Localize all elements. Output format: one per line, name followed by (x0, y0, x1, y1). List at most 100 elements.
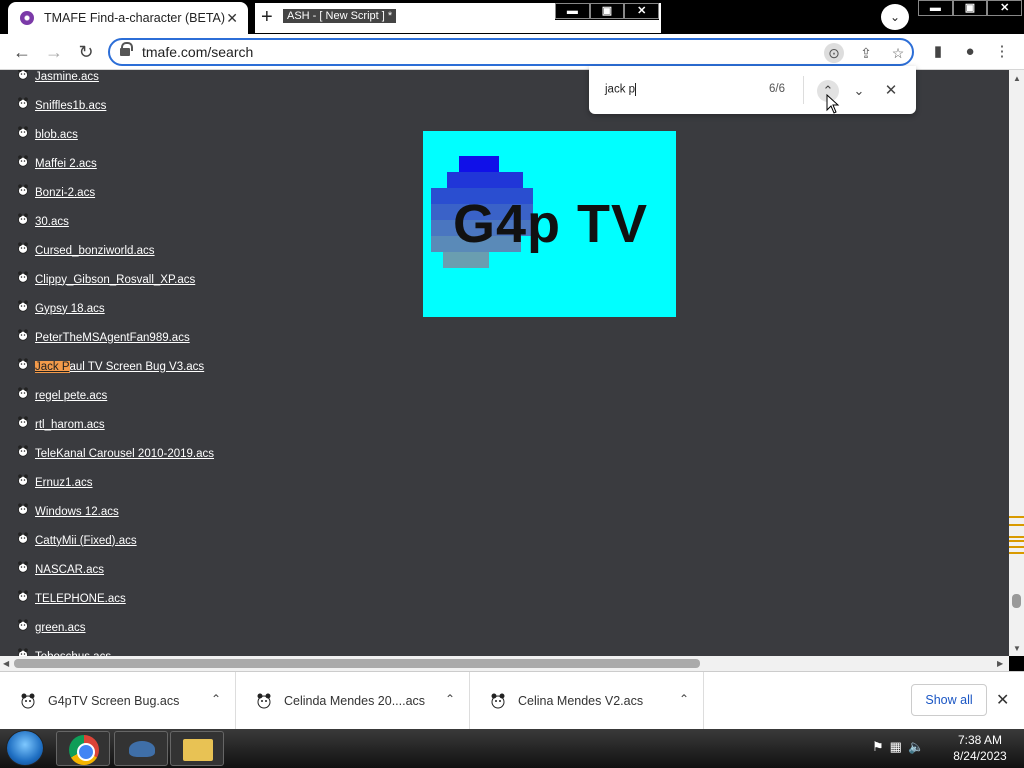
folder-icon (183, 739, 213, 761)
scroll-down-arrow-icon[interactable]: ▼ (1013, 644, 1021, 653)
back-arrow-icon[interactable]: ← (10, 40, 34, 64)
file-link[interactable]: CattyMii (Fixed).acs (35, 535, 137, 547)
share-icon[interactable]: ⇪ (856, 43, 876, 63)
browser-close-icon[interactable]: ✕ (987, 0, 1023, 16)
download-options-chevron-up-icon[interactable]: ⌃ (211, 692, 221, 706)
browser-maximize-icon[interactable]: ▣ (952, 0, 988, 16)
agent-file-icon (17, 299, 29, 312)
list-item: TELEPHONE.acs (17, 584, 214, 613)
list-item: blob.acs (17, 120, 214, 149)
agent-file-icon (17, 444, 29, 457)
file-link[interactable]: blob.acs (35, 129, 78, 141)
agent-file-icon (17, 560, 29, 573)
taskbar-chrome-button[interactable] (56, 731, 110, 766)
maximize-icon[interactable]: ▣ (589, 3, 625, 19)
taskbar-explorer-button[interactable] (170, 731, 224, 766)
list-item: Jasmine.acs (17, 70, 214, 91)
new-tab-plus-icon[interactable]: + (261, 7, 281, 27)
find-match-count: 6/6 (769, 83, 785, 95)
file-link[interactable]: regel pete.acs (35, 390, 107, 402)
file-link[interactable]: TeleKanal Carousel 2010-2019.acs (35, 448, 214, 460)
url-text[interactable]: tmafe.com/search (142, 44, 253, 60)
minimize-icon[interactable]: ▬ (555, 3, 590, 19)
file-link[interactable]: 30.acs (35, 216, 69, 228)
taskbar-agent-button[interactable] (114, 731, 168, 766)
chrome-icon (69, 735, 99, 765)
file-link[interactable]: Maffei 2.acs (35, 158, 97, 170)
file-link[interactable]: green.acs (35, 622, 86, 634)
file-link[interactable]: Windows 12.acs (35, 506, 119, 518)
agent-file-icon (17, 270, 29, 283)
tab-search-chevron-down-icon[interactable]: ⌄ (881, 4, 909, 30)
file-link[interactable]: Sniffles1b.acs (35, 100, 106, 112)
side-panel-icon[interactable]: ▮ (926, 40, 950, 64)
list-item: CattyMii (Fixed).acs (17, 526, 214, 555)
file-link[interactable]: Ernuz1.acs (35, 477, 93, 489)
scroll-left-arrow-icon[interactable]: ◀ (3, 659, 9, 668)
agent-file-icon (17, 502, 29, 515)
agent-file-icon (256, 693, 272, 709)
file-link[interactable]: TELEPHONE.acs (35, 593, 126, 605)
download-name: Celinda Mendes 20....acs (284, 694, 426, 708)
scroll-up-arrow-icon[interactable]: ▲ (1013, 74, 1021, 83)
ash-script-window[interactable]: + ASH - [ New Script ] * ▬ ▣ ✕ (254, 2, 662, 34)
browser-minimize-icon[interactable]: ▬ (918, 0, 953, 16)
scroll-right-arrow-icon[interactable]: ▶ (997, 659, 1003, 668)
download-item[interactable]: Celinda Mendes 20....acs ⌃ (236, 672, 470, 730)
start-button-icon[interactable] (6, 730, 44, 766)
file-link[interactable]: Jasmine.acs (35, 71, 99, 83)
find-input[interactable]: jack p (605, 83, 637, 96)
find-divider (803, 76, 804, 104)
list-item: Cursed_bonziworld.acs (17, 236, 214, 265)
reload-icon[interactable]: ↻ (74, 40, 98, 64)
list-item: TeleKanal Carousel 2010-2019.acs (17, 439, 214, 468)
vertical-scrollbar[interactable]: ▲ ▼ (1009, 70, 1024, 656)
menu-kebab-icon[interactable]: ⋮ (990, 40, 1014, 64)
download-bar: G4pTV Screen Bug.acs ⌃ Celinda Mendes 20… (0, 671, 1024, 730)
agent-file-icon (20, 693, 36, 709)
file-link[interactable]: Clippy_Gibson_Rosvall_XP.acs (35, 274, 195, 286)
vertical-scroll-thumb[interactable] (1012, 594, 1021, 608)
list-item: Toboschus.acs (17, 642, 214, 656)
find-close-icon[interactable]: ✕ (880, 80, 902, 102)
download-item[interactable]: G4pTV Screen Bug.acs ⌃ (0, 672, 236, 730)
download-options-chevron-up-icon[interactable]: ⌃ (679, 692, 689, 706)
system-clock[interactable]: 7:38 AM 8/24/2023 (944, 732, 1016, 764)
download-options-chevron-up-icon[interactable]: ⌃ (445, 692, 455, 706)
file-link[interactable]: Cursed_bonziworld.acs (35, 245, 155, 257)
close-icon[interactable]: ✕ (624, 3, 660, 19)
address-bar[interactable]: tmafe.com/search ⊙ ⇪ ☆ (108, 38, 914, 66)
find-in-page-icon[interactable]: ⊙ (824, 43, 844, 63)
agent-file-icon (17, 70, 29, 80)
profile-avatar-icon[interactable]: ● (958, 40, 982, 64)
agent-file-icon (17, 647, 29, 656)
list-item: Sniffles1b.acs (17, 91, 214, 120)
clock-date: 8/24/2023 (953, 749, 1007, 763)
agent-file-icon (17, 415, 29, 428)
file-link[interactable]: PeterTheMSAgentFan989.acs (35, 332, 190, 344)
agent-file-icon (17, 531, 29, 544)
agent-file-icon (17, 357, 29, 370)
file-link[interactable]: Gypsy 18.acs (35, 303, 105, 315)
download-item[interactable]: Celina Mendes V2.acs ⌃ (470, 672, 704, 730)
list-item: Windows 12.acs (17, 497, 214, 526)
bookmark-star-icon[interactable]: ☆ (888, 43, 908, 63)
file-link[interactable]: Jack Paul TV Screen Bug V3.acs (35, 360, 205, 373)
file-link[interactable]: NASCAR.acs (35, 564, 104, 576)
download-bar-close-icon[interactable]: ✕ (996, 690, 1009, 710)
forward-arrow-icon[interactable]: → (42, 40, 66, 64)
network-icon[interactable]: ▦ (890, 739, 902, 755)
tab-tmafe[interactable]: TMAFE Find-a-character (BETA) ✕ (8, 2, 248, 34)
list-item: Gypsy 18.acs (17, 294, 214, 323)
horizontal-scroll-thumb[interactable] (14, 659, 700, 668)
horizontal-scrollbar[interactable]: ◀ ▶ (0, 656, 1009, 671)
volume-icon[interactable]: 🔈 (908, 739, 924, 755)
action-center-flag-icon[interactable]: ⚑ (872, 739, 884, 755)
download-name: G4pTV Screen Bug.acs (48, 694, 180, 708)
file-link[interactable]: rtl_harom.acs (35, 419, 105, 431)
find-next-chevron-down-icon[interactable]: ⌄ (848, 80, 870, 102)
file-link-rest: aul TV Screen Bug V3.acs (69, 360, 205, 373)
show-all-downloads-button[interactable]: Show all (911, 684, 987, 716)
file-link[interactable]: Bonzi-2.acs (35, 187, 95, 199)
tab-close-icon[interactable]: ✕ (226, 10, 238, 26)
